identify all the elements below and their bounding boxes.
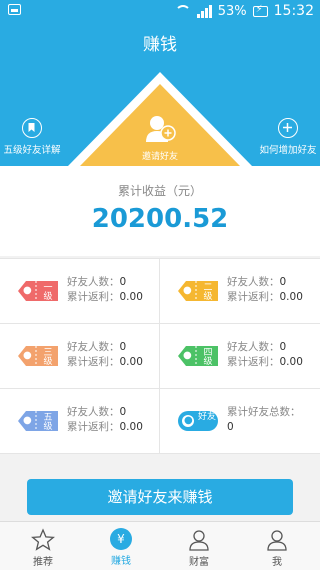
rebate-label: 累计返利： bbox=[227, 356, 280, 368]
page-title: 赚钱 bbox=[143, 35, 177, 55]
battery-icon bbox=[252, 4, 268, 17]
level-tag: ● 三级 bbox=[18, 346, 58, 367]
tab-recommend[interactable]: 推荐 bbox=[3, 522, 83, 570]
tab-label: 赚钱 bbox=[111, 556, 131, 567]
rebate-label: 累计返利： bbox=[67, 291, 120, 303]
user-icon: ● bbox=[183, 285, 192, 296]
user-icon: ● bbox=[23, 415, 32, 426]
level-1-cell[interactable]: ● 一级 好友人数：0 累计返利：0.00 bbox=[0, 259, 159, 323]
friends-count-label: 好友人数： bbox=[227, 341, 280, 353]
friends-count-value: 0 bbox=[119, 276, 127, 288]
total-friends-label: 累计好友总数： bbox=[227, 406, 301, 418]
five-level-guide-label: 五级好友详解 bbox=[3, 145, 61, 156]
rebate-label: 累计返利： bbox=[67, 421, 120, 433]
clock: 15:32 bbox=[273, 3, 314, 19]
tab-earn[interactable]: ¥ 赚钱 bbox=[81, 522, 161, 570]
tab-wealth[interactable]: 财富 bbox=[159, 522, 239, 570]
rebate-value: 0.00 bbox=[279, 356, 303, 368]
level-tag-label: 三级 bbox=[43, 348, 53, 367]
user-icon bbox=[187, 528, 211, 552]
earnings-panel: 累计收益（元） 20200.52 bbox=[0, 166, 320, 256]
header: 赚钱 五级好友详解 邀请好友 如何增加好友 bbox=[0, 22, 320, 166]
user-icon: ● bbox=[183, 350, 192, 361]
total-friends-tag: ● 好友 bbox=[178, 411, 218, 431]
level-tag-label: 四级 bbox=[203, 348, 213, 367]
rebate-value: 0.00 bbox=[279, 291, 303, 303]
level-grid: ● 一级 好友人数：0 累计返利：0.00 ● 二级 好友人数：0 累计返利：0… bbox=[0, 258, 320, 454]
level-3-cell[interactable]: ● 三级 好友人数：0 累计返利：0.00 bbox=[0, 324, 159, 388]
tab-label: 财富 bbox=[189, 557, 209, 568]
profile-icon bbox=[265, 528, 289, 552]
level-tag: ● 一级 bbox=[18, 281, 58, 302]
friends-count-value: 0 bbox=[119, 406, 127, 418]
rebate-label: 累计返利： bbox=[67, 356, 120, 368]
user-icon: ● bbox=[23, 285, 32, 296]
battery-percent: 53% bbox=[217, 3, 247, 19]
bookmark-icon bbox=[22, 118, 42, 138]
earnings-label: 累计收益（元） bbox=[117, 184, 202, 198]
friends-count-label: 好友人数： bbox=[67, 276, 120, 288]
status-bar: 53% 15:32 bbox=[0, 0, 320, 22]
plus-icon bbox=[278, 118, 298, 138]
add-user-icon bbox=[143, 112, 177, 146]
tab-label: 我 bbox=[272, 557, 282, 568]
friends-count-value: 0 bbox=[279, 276, 287, 288]
friends-count-label: 好友人数： bbox=[67, 341, 120, 353]
invite-friends-earn-button[interactable]: 邀请好友来赚钱 bbox=[27, 479, 293, 515]
level-5-cell[interactable]: ● 五级 好友人数：0 累计返利：0.00 bbox=[0, 389, 159, 453]
friends-count-label: 好友人数： bbox=[67, 406, 120, 418]
tab-me[interactable]: 我 bbox=[237, 522, 317, 570]
signal-icon bbox=[196, 4, 212, 18]
five-level-guide-button[interactable]: 五级好友详解 bbox=[0, 118, 72, 156]
how-to-add-friends-label: 如何增加好友 bbox=[259, 145, 317, 156]
rebate-value: 0.00 bbox=[119, 356, 143, 368]
total-friends-value: 0 bbox=[227, 421, 234, 433]
level-tag-label: 二级 bbox=[203, 283, 213, 302]
level-2-cell[interactable]: ● 二级 好友人数：0 累计返利：0.00 bbox=[160, 259, 319, 323]
rebate-value: 0.00 bbox=[119, 421, 143, 433]
friends-count-value: 0 bbox=[279, 341, 287, 353]
invite-friends-label: 邀请好友 bbox=[141, 152, 178, 162]
level-tag: ● 五级 bbox=[18, 411, 58, 432]
rebate-value: 0.00 bbox=[119, 291, 143, 303]
total-friends-cell[interactable]: ● 好友 累计好友总数： 0 bbox=[160, 389, 319, 453]
friends-count-label: 好友人数： bbox=[227, 276, 280, 288]
level-tag-label: 一级 bbox=[43, 283, 53, 302]
tab-bar: 推荐 ¥ 赚钱 财富 我 bbox=[0, 521, 320, 570]
yen-icon: ¥ bbox=[110, 528, 132, 550]
friends-count-value: 0 bbox=[119, 341, 127, 353]
star-icon bbox=[31, 528, 55, 552]
user-icon: ● bbox=[23, 350, 32, 361]
level-tag-label: 五级 bbox=[43, 413, 53, 432]
user-icon: ● bbox=[184, 415, 193, 426]
total-friends-tag-label: 好友 bbox=[198, 412, 217, 422]
invite-friends-button[interactable]: 邀请好友 bbox=[126, 112, 194, 162]
wifi-icon bbox=[174, 5, 191, 17]
earnings-amount: 20200.52 bbox=[91, 204, 229, 234]
level-tag: ● 四级 bbox=[178, 346, 218, 367]
gallery-icon bbox=[8, 4, 21, 15]
level-tag: ● 二级 bbox=[178, 281, 218, 302]
how-to-add-friends-button[interactable]: 如何增加好友 bbox=[248, 118, 320, 156]
tab-label: 推荐 bbox=[33, 557, 53, 568]
rebate-label: 累计返利： bbox=[227, 291, 280, 303]
level-4-cell[interactable]: ● 四级 好友人数：0 累计返利：0.00 bbox=[160, 324, 319, 388]
